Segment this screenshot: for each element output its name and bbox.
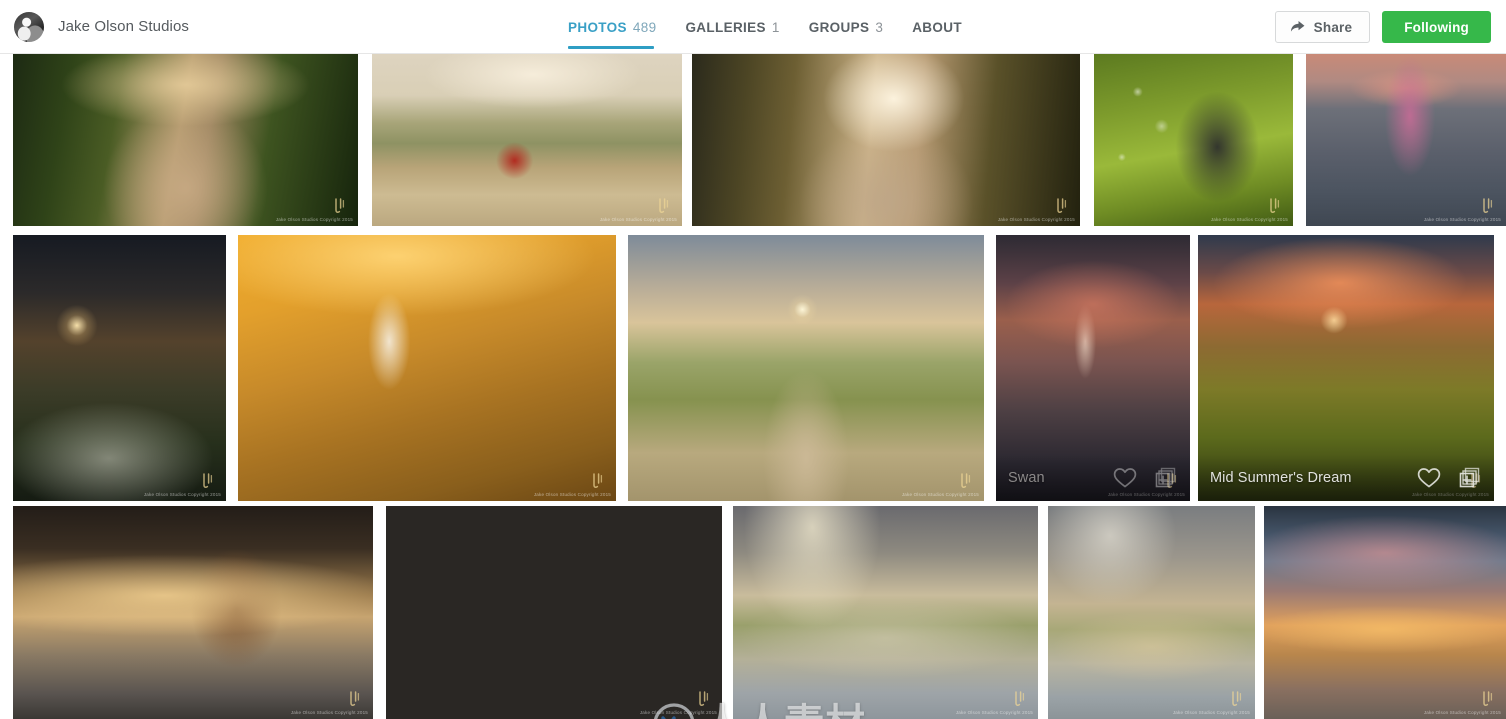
photo-red-truck-field[interactable]: Jake Olson Studios Copyright 2015: [372, 54, 682, 226]
avatar[interactable]: [14, 11, 44, 42]
photo-image: [628, 235, 984, 501]
add-to-gallery-icon[interactable]: [1152, 466, 1178, 490]
profile-identity[interactable]: Jake Olson Studios: [14, 11, 190, 42]
photo-mid-summers-dream[interactable]: Jake Olson Studios Copyright 2015 Mid Sum…: [1198, 235, 1494, 501]
photo-image: [692, 54, 1080, 226]
photo-row-1: Jake Olson Studios Copyright 2015 Jake Ol…: [0, 54, 1506, 226]
tab-photos-label: PHOTOS: [568, 19, 627, 35]
photo-girl-water-reflection[interactable]: Jake Olson Studios Copyright 2015: [1306, 54, 1506, 226]
active-tab-indicator: [568, 46, 654, 49]
photo-image: [13, 54, 358, 226]
photo-image: [1306, 54, 1506, 226]
photo-boy-catching-fish[interactable]: Jake Olson Studios Copyright 2015: [1264, 506, 1506, 719]
photo-gallery-grid: Jake Olson Studios Copyright 2015 Jake Ol…: [0, 54, 1506, 719]
photo-image: [733, 506, 1038, 719]
photo-image: [1198, 235, 1494, 501]
avatar-image: [14, 11, 44, 42]
photo-swan[interactable]: Jake Olson Studios Copyright 2015 Swan: [996, 235, 1190, 501]
photo-action-icons: [1416, 466, 1482, 490]
share-arrow-icon: [1290, 21, 1305, 32]
tab-photos[interactable]: PHOTOS 489: [568, 0, 670, 54]
photo-boys-fishing-storm[interactable]: Jake Olson Studios Copyright 2015: [1048, 506, 1255, 719]
share-button-label: Share: [1313, 19, 1353, 35]
tab-photos-count: 489: [632, 19, 657, 35]
photo-image: [996, 235, 1190, 501]
tab-groups[interactable]: GROUPS 3: [809, 0, 897, 54]
photo-woman-wheat-field[interactable]: Jake Olson Studios Copyright 2015: [238, 235, 616, 501]
photo-image: [1264, 506, 1506, 719]
photo-girl-wildflowers-moon[interactable]: Jake Olson Studios Copyright 2015: [13, 235, 226, 501]
tab-galleries-label: GALLERIES: [685, 19, 766, 35]
photo-three-cowboys-road[interactable]: Jake Olson Studios Copyright 2015: [386, 506, 722, 719]
profile-header: Jake Olson Studios PHOTOS 489 GALLERIES …: [0, 0, 1506, 54]
photo-row-2: Jake Olson Studios Copyright 2015 Jake Ol…: [0, 235, 1506, 501]
heart-icon[interactable]: [1416, 466, 1442, 490]
photo-image: [1048, 506, 1255, 719]
following-button[interactable]: Following: [1382, 11, 1491, 43]
tab-about-label: ABOUT: [912, 19, 962, 35]
photo-image: [386, 506, 722, 719]
photo-girl-suitcase-road[interactable]: Jake Olson Studios Copyright 2015: [692, 54, 1080, 226]
photo-boy-toy-ship[interactable]: Jake Olson Studios Copyright 2015: [13, 506, 373, 719]
add-to-gallery-icon[interactable]: [1456, 466, 1482, 490]
tab-groups-label: GROUPS: [808, 19, 870, 35]
photo-girl-bubbles[interactable]: Jake Olson Studios Copyright 2015: [1094, 54, 1293, 226]
page-title: Jake Olson Studios: [58, 18, 190, 35]
photo-two-boys-dirt-road[interactable]: Jake Olson Studios Copyright 2015: [13, 54, 358, 226]
photo-image: [1094, 54, 1293, 226]
photo-car-sunset-road[interactable]: Jake Olson Studios Copyright 2015: [628, 235, 984, 501]
heart-icon[interactable]: [1112, 466, 1138, 490]
tab-galleries[interactable]: GALLERIES 1: [685, 0, 793, 54]
tab-galleries-count: 1: [771, 19, 780, 35]
photo-image: [238, 235, 616, 501]
profile-nav: PHOTOS 489 GALLERIES 1 GROUPS 3 ABOUT: [568, 0, 976, 54]
tab-groups-count: 3: [875, 19, 884, 35]
photo-image: [372, 54, 682, 226]
header-actions: Share Following: [1274, 0, 1491, 54]
photo-image: [13, 506, 373, 719]
photo-image: [13, 235, 226, 501]
tab-about[interactable]: ABOUT: [912, 0, 976, 54]
photo-action-icons: [1112, 466, 1178, 490]
following-button-label: Following: [1404, 19, 1469, 35]
share-button[interactable]: Share: [1274, 11, 1371, 43]
photo-row-3: Jake Olson Studios Copyright 2015 Jake Ol…: [0, 506, 1506, 719]
photo-two-boys-fishing[interactable]: Jake Olson Studios Copyright 2015: [733, 506, 1038, 719]
